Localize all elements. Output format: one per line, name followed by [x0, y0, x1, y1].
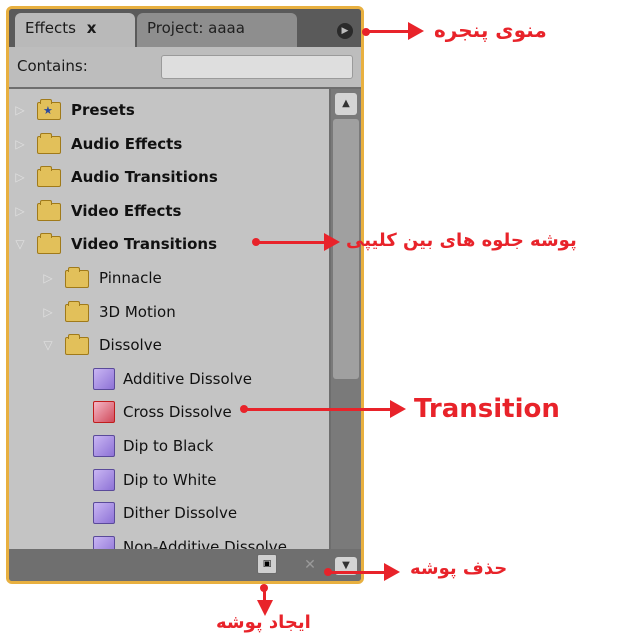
tree-item-label: Cross Dissolve [123, 403, 232, 422]
tree-transition-row[interactable]: Dither Dissolve [9, 496, 329, 530]
expand-right-icon[interactable]: ▷ [43, 305, 53, 319]
tree-item-label: Presets [71, 101, 135, 119]
folder-icon [65, 300, 89, 322]
effects-panel: Effects x Project: aaaa ▶ Contains: ▷ ★ Pr… [6, 6, 364, 584]
tree-transition-row[interactable]: Dip to Black [9, 429, 329, 463]
tree-item-label: Video Transitions [71, 235, 218, 254]
effects-tree: ▷ ★ Presets ▷ Audio Effects ▷ Audio Transition… [9, 89, 329, 559]
expand-right-icon[interactable]: ▷ [15, 170, 25, 184]
panel-tab-bar: Effects x Project: aaaa ▶ [9, 9, 361, 47]
tree-item-label: Video Effects [71, 201, 182, 220]
tree-transition-row[interactable]: Cross Dissolve [9, 395, 329, 429]
expand-right-icon[interactable]: ▷ [43, 271, 53, 285]
annotation-new-folder: ایجاد پوشه [216, 612, 311, 633]
annotation-arrow-line [366, 30, 410, 33]
new-folder-button[interactable]: ▣ [257, 554, 277, 574]
annotation-arrow-head [390, 400, 406, 418]
tree-item-label: Dip to Black [123, 437, 214, 455]
tree-item-label: 3D Motion [99, 302, 176, 321]
tree-item-label: Dip to White [123, 470, 217, 489]
tree-folder-row[interactable]: ▷ Audio Transitions [9, 160, 329, 194]
expand-right-icon[interactable]: ▷ [15, 137, 25, 151]
scroll-up-icon[interactable]: ▲ [335, 93, 357, 115]
annotation-arrow-head [408, 22, 424, 40]
folder-icon [37, 233, 61, 255]
expand-right-icon[interactable]: ▷ [15, 103, 25, 117]
tree-folder-row[interactable]: ▷ Video Effects [9, 194, 329, 228]
transition-icon [93, 435, 115, 457]
default-transition-icon [93, 401, 115, 424]
filter-row: Contains: [9, 47, 361, 87]
annotation-delete-folder: حذف پوشه [410, 558, 508, 579]
delete-button[interactable]: ✕ [301, 556, 319, 574]
tab-effects[interactable]: Effects x [15, 13, 135, 47]
annotation-transitions-folder: پوشه جلوه های بین کلیپی [346, 230, 577, 251]
tree-item-label: Additive Dissolve [123, 369, 252, 388]
tree-item-label: Dissolve [99, 336, 162, 355]
tree-item-label: Audio Effects [71, 134, 183, 153]
tree-transition-row[interactable]: Dip to White [9, 463, 329, 497]
search-input[interactable] [161, 55, 353, 79]
expand-down-icon[interactable]: ▽ [43, 338, 53, 352]
tab-project-label: Project: aaaa [147, 19, 245, 37]
folder-icon [37, 166, 61, 188]
tree-folder-row[interactable]: ▷ 3D Motion [9, 295, 329, 329]
expand-down-icon[interactable]: ▽ [15, 237, 25, 251]
transition-icon [93, 502, 115, 525]
close-icon[interactable]: x [87, 19, 97, 37]
contains-label: Contains: [17, 57, 88, 75]
folder-icon [37, 199, 61, 221]
folder-icon [65, 267, 89, 288]
annotation-panel-menu: منوی پنجره [434, 18, 547, 42]
annotation-arrow-line [256, 241, 326, 244]
folder-icon [37, 132, 61, 154]
tab-project[interactable]: Project: aaaa [137, 13, 297, 47]
panel-menu-button[interactable]: ▶ [337, 23, 353, 39]
tab-effects-label: Effects [25, 19, 76, 37]
tree-folder-row[interactable]: ▷ Pinnacle [9, 261, 329, 295]
presets-folder-icon: ★ [37, 99, 61, 120]
tree-item-label: Dither Dissolve [123, 504, 238, 523]
vertical-scrollbar[interactable]: ▲ [331, 89, 361, 559]
panel-bottom-bar: ▣ ✕ ▼ [9, 549, 361, 581]
transition-icon [93, 468, 115, 491]
tree-transition-row[interactable]: Additive Dissolve [9, 362, 329, 396]
tree-folder-row[interactable]: ▷ ★ Presets [9, 93, 329, 127]
annotation-arrow-line [328, 571, 386, 574]
tree-item-label: Audio Transitions [71, 168, 218, 187]
tree-item-label: Pinnacle [99, 269, 162, 287]
tree-folder-row[interactable]: ▽ Video Transitions [9, 227, 329, 261]
annotation-transition: Transition [414, 394, 560, 424]
transition-icon [93, 367, 115, 390]
annotation-arrow-head [384, 563, 400, 581]
tree-folder-row[interactable]: ▽ Dissolve [9, 328, 329, 362]
expand-right-icon[interactable]: ▷ [15, 204, 25, 218]
annotation-arrow-head [324, 233, 340, 251]
tree-folder-row[interactable]: ▷ Audio Effects [9, 127, 329, 161]
star-icon: ★ [43, 104, 53, 117]
annotation-arrow-line [244, 408, 392, 411]
folder-icon [65, 334, 89, 356]
